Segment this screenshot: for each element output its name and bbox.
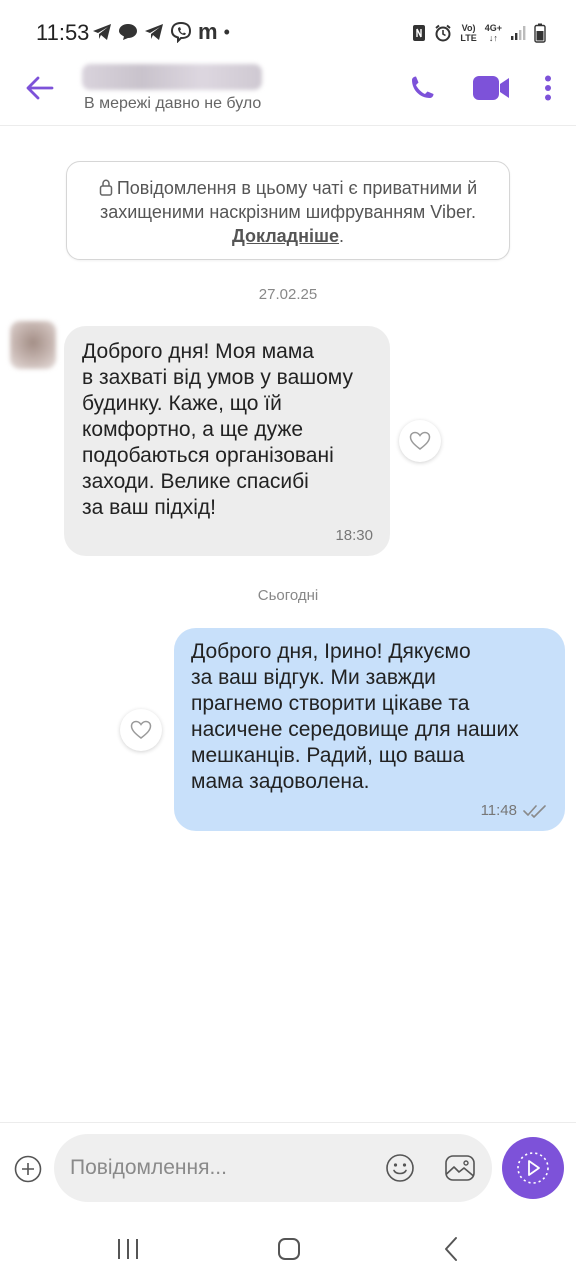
contact-status: В мережі давно не було <box>84 95 262 112</box>
viber-icon <box>170 21 192 43</box>
4g-icon: 4G+ ↓↑ <box>484 23 502 43</box>
status-bar: 11:53 m • Vo) LTE 4G+ ↓↑ <box>0 0 576 62</box>
incoming-message-bubble[interactable]: Доброго дня! Моя мама в захваті від умов… <box>64 326 390 556</box>
contact-name-blurred[interactable] <box>82 64 262 90</box>
system-navigation-bar <box>0 1218 576 1280</box>
telegram-icon <box>145 24 163 40</box>
phone-icon <box>412 76 434 98</box>
heart-icon <box>409 431 431 450</box>
volte-icon: Vo) LTE <box>460 23 477 43</box>
message-input-container <box>54 1134 492 1202</box>
message-time: 11:48 <box>480 802 517 819</box>
telegram-icon <box>93 24 111 40</box>
messenger-icon: m <box>198 19 218 44</box>
message-input[interactable] <box>70 1148 370 1188</box>
video-camera-icon <box>473 76 509 100</box>
signal-icon <box>511 26 526 40</box>
encryption-notice-suffix: . <box>339 226 345 246</box>
home-button[interactable] <box>272 1234 306 1264</box>
message-time: 18:30 <box>335 527 373 544</box>
plus-circle-icon <box>14 1155 42 1183</box>
contact-avatar[interactable] <box>10 321 56 369</box>
heart-icon <box>130 720 152 739</box>
add-attachment-button[interactable] <box>12 1153 44 1185</box>
alarm-icon <box>435 24 452 42</box>
more-vertical-icon <box>545 75 551 101</box>
smiley-icon <box>386 1154 414 1182</box>
chevron-left-icon <box>445 1237 457 1261</box>
encryption-notice-text: Повідомлення в цьому чаті є приватними й… <box>99 178 478 222</box>
message-text: Доброго дня, Ірино! Дякуємо за ваш відгу… <box>191 640 519 793</box>
double-check-icon <box>523 804 546 818</box>
message-meta: 11:48 <box>481 802 547 819</box>
recent-apps-icon <box>118 1239 138 1259</box>
nav-back-button[interactable] <box>436 1234 466 1264</box>
notification-icons: m • <box>92 19 230 44</box>
emoji-button[interactable] <box>384 1152 416 1184</box>
video-call-button[interactable] <box>470 70 512 106</box>
nfc-icon <box>413 25 426 41</box>
call-button[interactable] <box>404 70 440 106</box>
system-icons: Vo) LTE 4G+ ↓↑ <box>412 22 546 44</box>
chat-bubble-icon <box>119 24 137 40</box>
back-button[interactable] <box>22 70 58 106</box>
chat-header: В мережі давно не було <box>0 58 576 126</box>
date-separator: 27.02.25 <box>258 286 318 303</box>
battery-icon <box>534 23 546 43</box>
gallery-button[interactable] <box>443 1152 477 1184</box>
image-gallery-icon <box>445 1155 475 1181</box>
recent-apps-button[interactable] <box>110 1234 146 1264</box>
learn-more-link[interactable]: Докладніше <box>232 226 339 246</box>
message-text: Доброго дня! Моя мама в захваті від умов… <box>82 340 353 519</box>
home-icon <box>278 1238 300 1260</box>
like-button[interactable] <box>120 709 162 751</box>
encryption-notice: Повідомлення в цьому чаті є приватними й… <box>66 161 510 260</box>
outgoing-message-bubble[interactable]: Доброго дня, Ірино! Дякуємо за ваш відгу… <box>174 628 565 831</box>
more-notifications-dot: • <box>223 21 230 42</box>
message-composer <box>0 1122 576 1218</box>
like-button[interactable] <box>399 420 441 462</box>
lock-icon <box>99 179 113 196</box>
more-options-button[interactable] <box>536 70 560 106</box>
send-icon <box>517 1152 549 1184</box>
send-button[interactable] <box>502 1137 564 1199</box>
status-time: 11:53 <box>36 20 90 45</box>
date-separator: Сьогодні <box>257 587 319 604</box>
arrow-left-icon <box>26 76 54 100</box>
